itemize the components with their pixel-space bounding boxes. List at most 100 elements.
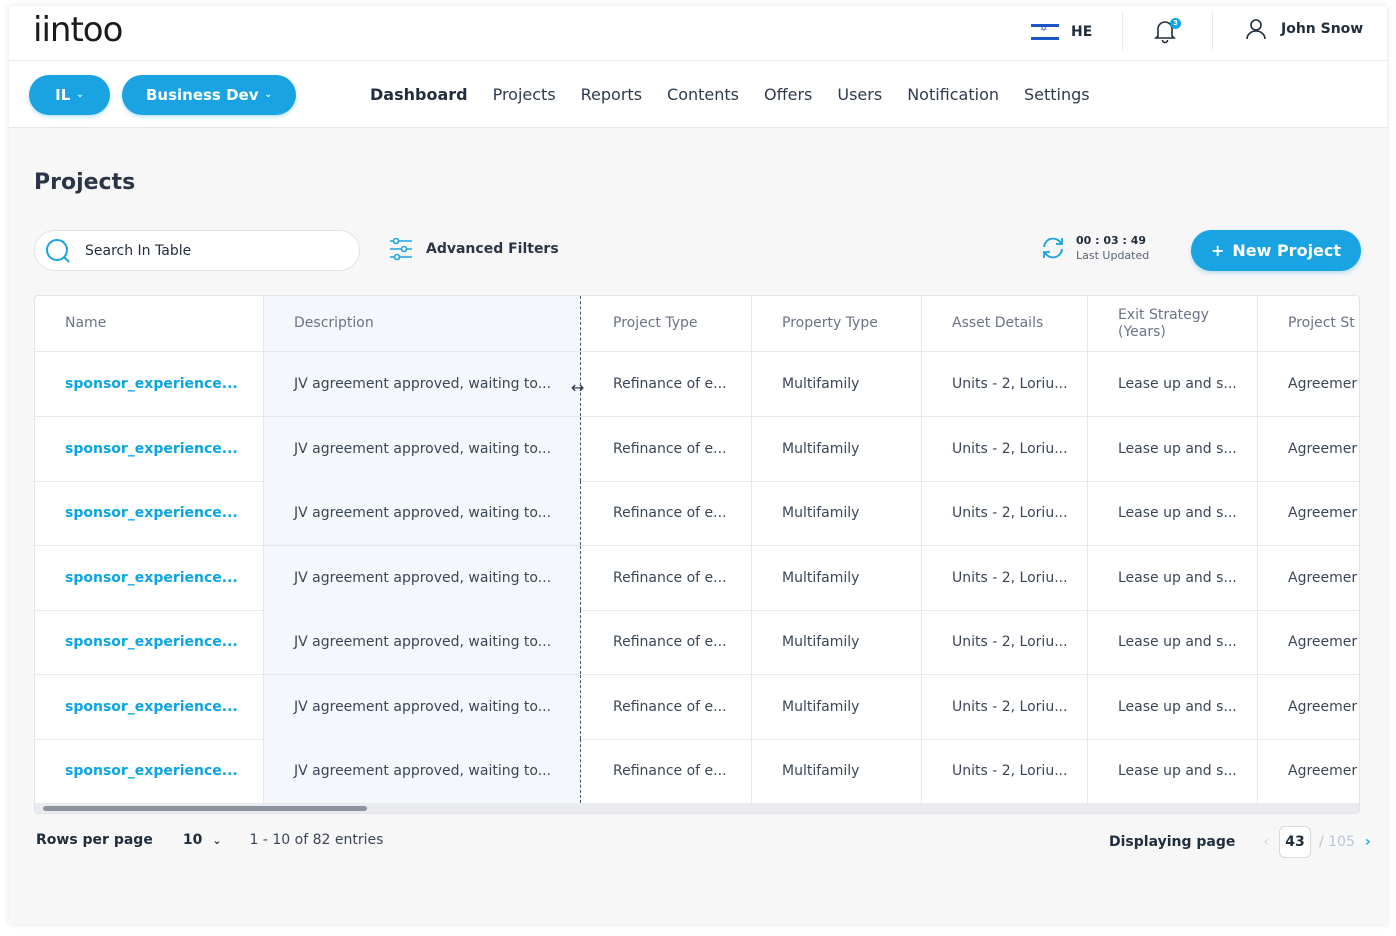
displaying-page-label: Displaying page [1109,834,1236,850]
horizontal-scrollbar[interactable] [35,803,1359,813]
language-switcher[interactable]: HE [1031,20,1092,44]
main-nav: Dashboard Projects Reports Contents Offe… [370,85,1090,104]
table-row[interactable]: sponsor_experience... JV agreement approv… [35,352,1359,417]
project-name-link[interactable]: sponsor_experience... [65,376,238,392]
cell-exit-strategy: Lease up and s... [1088,739,1258,803]
search-input[interactable] [85,242,305,259]
table-row[interactable]: sponsor_experience... JV agreement approv… [35,739,1359,804]
chevron-right-icon[interactable]: › [1365,834,1371,850]
column-header-property-type[interactable]: Property Type [752,296,922,351]
cell-project-status: Agreemer [1288,505,1358,521]
cell-asset-details: Units - 2, Loriu... [922,545,1088,610]
cell-project-type: Refinance of e... [581,416,752,481]
cell-property-type: Multifamily [752,545,922,610]
table-row[interactable]: sponsor_experience... JV agreement approv… [35,416,1359,482]
country-dropdown[interactable]: IL ⌄ [29,75,110,115]
cell-description: JV agreement approved, waiting to... [264,416,581,481]
cell-project-type: Refinance of e... [581,481,752,545]
cell-asset-details: Units - 2, Loriu... [922,739,1088,803]
table-row[interactable]: sponsor_experience... JV agreement approv… [35,481,1359,546]
cell-description: JV agreement approved, waiting to... [264,481,581,545]
new-project-button[interactable]: + New Project [1191,230,1361,271]
column-header-project-status[interactable]: Project St [1258,296,1359,351]
cell-exit-strategy: Lease up and s... [1088,352,1258,416]
team-dropdown[interactable]: Business Dev ⌄ [122,75,296,115]
column-header-name[interactable]: Name [35,296,264,351]
nav-projects[interactable]: Projects [493,85,556,104]
cell-project-type: Refinance of e... [581,610,752,674]
current-page-input[interactable]: 43 [1278,826,1311,858]
project-name-link[interactable]: sponsor_experience... [65,441,238,457]
scrollbar-thumb[interactable] [43,806,367,811]
app-logo[interactable]: iintoo [33,10,123,50]
nav-reports[interactable]: Reports [581,85,642,104]
cell-description: JV agreement approved, waiting to... [264,352,581,416]
page-title: Projects [34,170,136,195]
rows-per-page-label: Rows per page [36,832,153,848]
sliders-icon [390,237,412,261]
language-label: HE [1071,24,1093,40]
israel-flag-icon [1031,24,1059,40]
refresh-status[interactable]: 00 : 03 : 49 Last Updated [1040,234,1149,262]
user-menu[interactable]: John Snow [1245,18,1363,40]
pagination: Displaying page ‹ 43 / 105 › [1109,826,1371,858]
advanced-filters-button[interactable]: Advanced Filters [388,236,559,262]
cell-project-status: Agreemer [1288,698,1358,715]
nav-users[interactable]: Users [837,85,882,104]
nav-offers[interactable]: Offers [764,85,812,104]
notifications-button[interactable]: 3 [1153,18,1181,46]
cell-asset-details: Units - 2, Loriu... [922,352,1088,416]
cell-project-type: Refinance of e... [581,739,752,803]
app-window: iintoo HE 3 John Snow IL ⌄ [9,6,1387,924]
refresh-icon [1043,237,1063,259]
nav-notification[interactable]: Notification [907,85,999,104]
rows-per-page-select[interactable]: 10 ⌄ [183,832,222,848]
nav-settings[interactable]: Settings [1024,85,1090,104]
nav-contents[interactable]: Contents [667,85,739,104]
chevron-left-icon[interactable]: ‹ [1263,834,1269,850]
table-row[interactable]: sponsor_experience... JV agreement approv… [35,610,1359,675]
column-header-asset-details[interactable]: Asset Details [922,296,1088,351]
cell-exit-strategy: Lease up and s... [1088,610,1258,674]
project-name-link[interactable]: sponsor_experience... [65,699,238,715]
table-search[interactable] [34,230,360,271]
table-row[interactable]: sponsor_experience... JV agreement approv… [35,545,1359,611]
new-project-label: New Project [1232,241,1342,260]
user-icon [1246,19,1266,40]
cell-exit-strategy: Lease up and s... [1088,481,1258,545]
column-header-exit-strategy[interactable]: Exit Strategy (Years) [1088,296,1258,351]
column-resize-icon[interactable]: ↔ [571,378,584,397]
cell-project-status: Agreemer [1288,376,1358,392]
chevron-down-icon: ⌄ [76,90,84,100]
cell-project-status: Agreemer [1288,569,1358,586]
table-row[interactable]: sponsor_experience... JV agreement approv… [35,674,1359,740]
project-name-link[interactable]: sponsor_experience... [65,505,238,521]
cell-property-type: Multifamily [752,674,922,739]
search-icon [46,238,70,263]
cell-description: JV agreement approved, waiting to... [264,739,581,803]
team-dropdown-label: Business Dev [145,86,259,104]
cell-description: JV agreement approved, waiting to... [264,610,581,674]
cell-exit-strategy: Lease up and s... [1088,545,1258,610]
top-header: iintoo HE 3 John Snow [9,6,1387,61]
nav-dashboard[interactable]: Dashboard [370,85,468,104]
cell-project-type: Refinance of e... [581,352,752,416]
cell-exit-strategy: Lease up and s... [1088,416,1258,481]
chevron-down-icon: ⌄ [264,90,273,100]
table-header-row: Name Description Project Type Property T… [35,296,1359,352]
cell-project-status: Agreemer [1288,763,1358,779]
last-updated-time: 00 : 03 : 49 [1076,234,1147,247]
project-name-link[interactable]: sponsor_experience... [65,570,238,586]
header-divider [1122,12,1123,50]
plus-icon: + [1210,241,1225,260]
total-pages: / 105 [1318,834,1355,850]
cell-description: JV agreement approved, waiting to... [264,674,581,739]
column-header-description[interactable]: Description [264,296,581,351]
cell-name: sponsor_experience... [35,739,264,803]
cell-name: sponsor_experience... [35,416,264,481]
project-name-link[interactable]: sponsor_experience... [65,763,238,779]
column-header-project-type[interactable]: Project Type [581,296,752,351]
project-name-link[interactable]: sponsor_experience... [65,634,238,650]
last-updated-label: Last Updated [1076,249,1150,262]
notification-count-badge: 3 [1170,18,1181,29]
